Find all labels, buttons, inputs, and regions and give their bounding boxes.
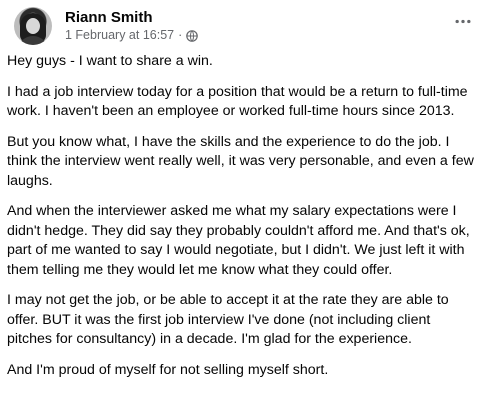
post-timeline: 1 February at 16:57 ·	[65, 27, 199, 44]
post-paragraph: But you know what, I have the skills and…	[7, 133, 474, 189]
more-options-button[interactable]	[452, 10, 474, 30]
post-timestamp[interactable]: 1 February at 16:57	[65, 27, 174, 44]
post-header: Riann Smith 1 February at 16:57 ·	[14, 6, 199, 46]
avatar-face	[26, 18, 40, 34]
avatar[interactable]	[14, 7, 52, 45]
post-paragraph: And I'm proud of myself for not selling …	[7, 361, 329, 378]
post-paragraph: I had a job interview today for a positi…	[7, 83, 468, 120]
post-paragraph: And when the interviewer asked me what m…	[7, 203, 470, 278]
globe-icon[interactable]	[186, 29, 199, 42]
more-options-icon	[454, 11, 472, 29]
post-card: Riann Smith 1 February at 16:57 · Hey gu…	[0, 0, 488, 417]
post-body: Hey guys - I want to share a win. I had …	[7, 52, 478, 391]
author-name[interactable]: Riann Smith	[65, 8, 198, 27]
meta-separator: ·	[178, 28, 183, 42]
post-paragraph: I may not get the job, or be able to acc…	[7, 292, 449, 347]
post-paragraph: Hey guys - I want to share a win.	[7, 53, 213, 69]
post-meta: Riann Smith 1 February at 16:57 ·	[65, 8, 199, 44]
